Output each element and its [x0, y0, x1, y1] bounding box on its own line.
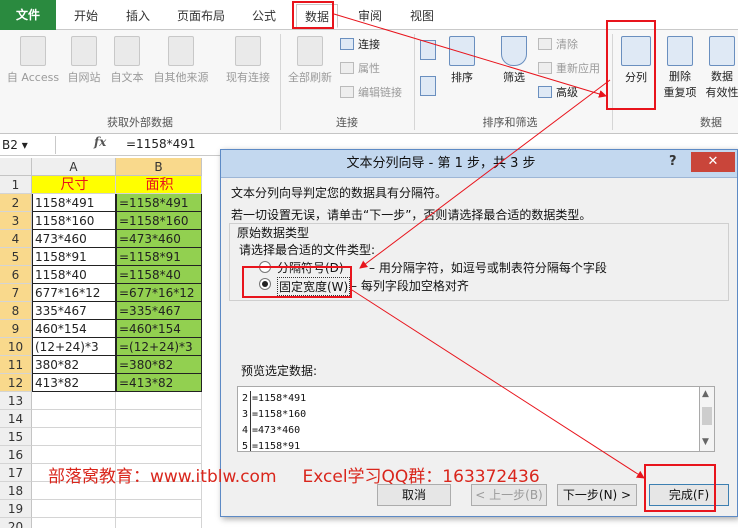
watermark-qq: Excel学习QQ群：163372436	[302, 467, 540, 487]
arrow-data-to-split	[333, 13, 607, 98]
watermark-text: 部落窝教育：www.itblw.com Excel学习QQ群：163372436	[48, 462, 540, 487]
arrow-fixed-to-finish	[351, 289, 645, 479]
arrow-split-to-fixed	[359, 79, 611, 269]
annotation-arrows	[333, 13, 645, 479]
excel-window: 文件 开始 插入 页面布局 公式 数据 审阅 视图 自 Access 自网站 自…	[0, 0, 738, 528]
watermark-site: 部落窝教育：www.itblw.com	[48, 467, 277, 487]
